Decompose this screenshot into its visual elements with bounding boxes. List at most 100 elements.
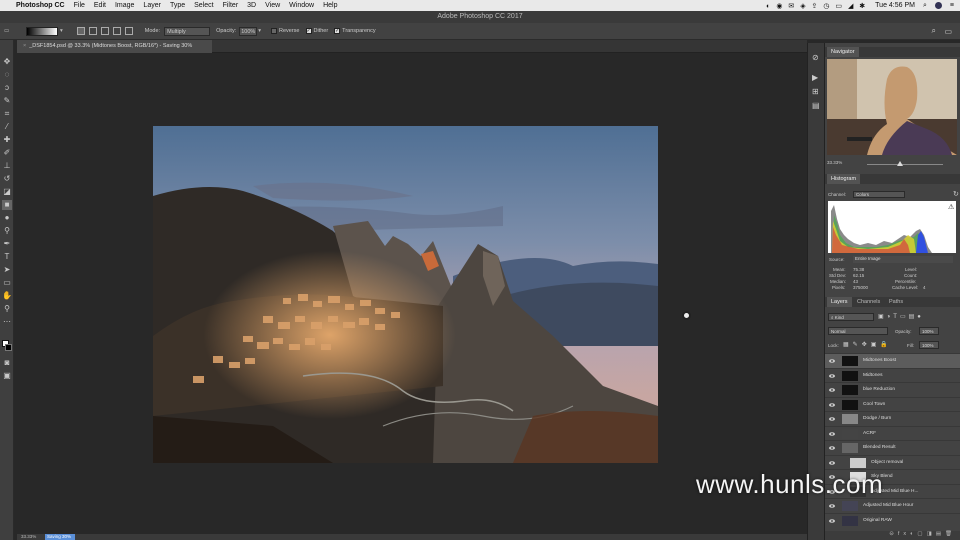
layer-row[interactable]: blue Reduction bbox=[825, 382, 960, 397]
blend-mode-select[interactable]: Normal bbox=[828, 327, 888, 335]
visibility-eye-icon[interactable] bbox=[829, 518, 835, 524]
home-icon[interactable]: ▭ bbox=[4, 28, 12, 34]
document-image[interactable] bbox=[153, 126, 658, 463]
actions-panel-icon[interactable]: ▶ bbox=[812, 73, 818, 82]
filter-icons[interactable]: ▣◑T▭▤● bbox=[878, 313, 924, 320]
tab-histogram[interactable]: Histogram bbox=[827, 174, 861, 184]
brush-tool-icon[interactable]: ✐ bbox=[2, 148, 12, 158]
layer-row[interactable]: ACRF bbox=[825, 425, 960, 441]
layer-row[interactable]: Adjusted Mid Blue Hour bbox=[825, 498, 960, 513]
layer-footer-icons[interactable]: ⊝fx◐▢◨▤🗑 bbox=[889, 531, 956, 537]
kind-filter-select[interactable]: ⌕ Kind bbox=[828, 313, 874, 321]
gradient-reflected-icon[interactable] bbox=[112, 27, 121, 35]
menu-3d[interactable]: 3D bbox=[247, 2, 256, 9]
screen-mode-icon[interactable]: ▣ bbox=[2, 371, 12, 381]
type-tool-icon[interactable]: T bbox=[2, 252, 12, 262]
pen-tool-icon[interactable]: ✒ bbox=[2, 239, 12, 249]
menu-select[interactable]: Select bbox=[194, 2, 213, 9]
layer-row[interactable]: Midtones bbox=[825, 367, 960, 383]
clone-stamp-tool-icon[interactable]: ⊥ bbox=[2, 161, 12, 171]
reverse-checkbox[interactable] bbox=[271, 28, 278, 34]
navigator-zoom[interactable]: 33.33% bbox=[827, 160, 842, 165]
fill-input[interactable]: 100% bbox=[919, 341, 939, 349]
dither-checkbox[interactable]: ✓ bbox=[305, 28, 312, 34]
app-menu[interactable]: Photoshop CC bbox=[16, 2, 65, 9]
gradient-linear-icon[interactable] bbox=[76, 27, 85, 35]
path-select-tool-icon[interactable]: ➤ bbox=[2, 265, 12, 275]
shape-tool-icon[interactable]: ▭ bbox=[2, 278, 12, 288]
gradient-angle-icon[interactable] bbox=[100, 27, 109, 35]
zoom-tool-icon[interactable]: ⚲ bbox=[2, 304, 12, 314]
layer-row[interactable]: Original RAW bbox=[825, 512, 960, 528]
status-icons[interactable]: ◐ ◉ ✉ ◈ ⇪ ◷ ▭ ◢ ✱ bbox=[766, 2, 867, 10]
layer-row[interactable]: Midtones Boost bbox=[825, 353, 960, 368]
tab-close-icon[interactable]: × bbox=[23, 43, 26, 49]
gradient-tool-icon[interactable]: ■ bbox=[2, 200, 12, 210]
gradient-diamond-icon[interactable] bbox=[124, 27, 133, 35]
crop-tool-icon[interactable]: ⌗ bbox=[2, 109, 12, 119]
visibility-eye-icon[interactable] bbox=[829, 431, 835, 437]
more-tools-icon[interactable]: ⋯ bbox=[2, 317, 12, 327]
menu-edit[interactable]: Edit bbox=[94, 2, 106, 9]
dodge-tool-icon[interactable]: ⚲ bbox=[2, 226, 12, 236]
source-select[interactable]: Entire Image bbox=[853, 256, 953, 263]
opacity-input[interactable]: 100% bbox=[239, 26, 258, 36]
gradient-picker[interactable] bbox=[26, 26, 58, 36]
history-brush-tool-icon[interactable]: ↺ bbox=[2, 174, 12, 184]
menu-help[interactable]: Help bbox=[323, 2, 337, 9]
channel-select[interactable]: Colors bbox=[853, 191, 905, 198]
menu-view[interactable]: View bbox=[265, 2, 280, 9]
visibility-eye-icon[interactable] bbox=[829, 503, 835, 509]
visibility-eye-icon[interactable] bbox=[829, 387, 835, 393]
lasso-tool-icon[interactable]: ↄ bbox=[2, 83, 12, 93]
visibility-eye-icon[interactable] bbox=[829, 416, 835, 422]
background-color-swatch[interactable] bbox=[5, 344, 12, 351]
visibility-eye-icon[interactable] bbox=[829, 358, 835, 364]
quick-select-tool-icon[interactable]: ✎ bbox=[2, 96, 12, 106]
eraser-tool-icon[interactable]: ◪ bbox=[2, 187, 12, 197]
quick-mask-icon[interactable]: ◙ bbox=[2, 358, 12, 368]
menu-image[interactable]: Image bbox=[115, 2, 134, 9]
clock[interactable]: Tue 4:56 PM bbox=[875, 2, 915, 9]
search-icon[interactable]: ⌕ bbox=[923, 2, 927, 10]
move-tool-icon[interactable]: ✥ bbox=[2, 57, 12, 67]
layer-row[interactable]: Cool Town bbox=[825, 396, 960, 412]
workspace-icon[interactable]: ▭ bbox=[944, 27, 952, 36]
menu-list-icon[interactable]: ≡ bbox=[950, 2, 954, 9]
navigator-zoom-slider[interactable] bbox=[867, 164, 943, 165]
eyedropper-tool-icon[interactable]: ⁄ bbox=[2, 122, 12, 132]
histogram-refresh-icon[interactable]: ↻ bbox=[953, 190, 959, 198]
mode-select[interactable]: Multiply bbox=[164, 26, 211, 36]
gradient-dropdown-icon[interactable]: ▾ bbox=[60, 28, 63, 34]
tab-paths[interactable]: Paths bbox=[885, 297, 907, 307]
menu-window[interactable]: Window bbox=[289, 2, 314, 9]
hand-tool-icon[interactable]: ✋ bbox=[2, 291, 12, 301]
marquee-tool-icon[interactable]: ◌ bbox=[2, 70, 12, 80]
layer-row[interactable]: Blended Result bbox=[825, 440, 960, 455]
tab-layers[interactable]: Layers bbox=[827, 297, 852, 307]
history-panel-icon[interactable]: ⊘ bbox=[812, 53, 819, 62]
layer-opacity-input[interactable]: 100% bbox=[919, 327, 939, 335]
tab-navigator[interactable]: Navigator bbox=[827, 47, 859, 57]
tab-channels[interactable]: Channels bbox=[853, 297, 884, 307]
layer-row[interactable]: Dodge / Burn bbox=[825, 411, 960, 426]
search-icon[interactable]: ⌕ bbox=[932, 26, 936, 36]
status-zoom[interactable]: 33.33% bbox=[21, 534, 36, 539]
visibility-eye-icon[interactable] bbox=[829, 373, 835, 379]
opacity-dropdown-icon[interactable]: ▾ bbox=[258, 28, 261, 34]
menu-file[interactable]: File bbox=[74, 2, 85, 9]
visibility-eye-icon[interactable] bbox=[829, 445, 835, 451]
navigator-slider-handle[interactable] bbox=[897, 161, 903, 166]
user-avatar[interactable] bbox=[934, 2, 942, 9]
gradient-radial-icon[interactable] bbox=[88, 27, 97, 35]
lock-icons[interactable]: ▦✎✥▣🔒 bbox=[843, 341, 892, 348]
healing-tool-icon[interactable]: ✚ bbox=[2, 135, 12, 145]
document-tab[interactable]: × _DSF1854.psd @ 33.3% (Midtones Boost, R… bbox=[17, 40, 212, 53]
menu-type[interactable]: Type bbox=[170, 2, 185, 9]
transparency-checkbox[interactable]: ✓ bbox=[334, 28, 341, 34]
properties-panel-icon[interactable]: ⊞ bbox=[812, 87, 819, 96]
menu-filter[interactable]: Filter bbox=[223, 2, 239, 9]
visibility-eye-icon[interactable] bbox=[829, 402, 835, 408]
visibility-eye-icon[interactable] bbox=[829, 460, 835, 466]
layer-row[interactable]: Object removal bbox=[825, 454, 960, 470]
